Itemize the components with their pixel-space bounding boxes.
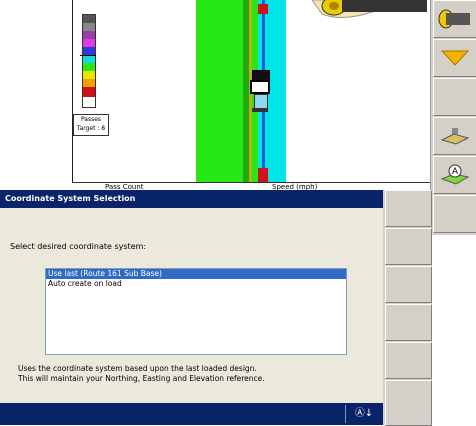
dialog-button-4[interactable] bbox=[385, 304, 432, 341]
target-label: Target : 8 bbox=[76, 125, 106, 132]
dialog-footer bbox=[0, 403, 383, 425]
blank-panel-button-1[interactable] bbox=[433, 78, 476, 116]
down-arrow-icon bbox=[440, 50, 470, 66]
roller-button[interactable] bbox=[433, 0, 476, 38]
description-line-2: This will maintain your Northing, Eastin… bbox=[18, 374, 265, 383]
roller-drum-graphic bbox=[312, 0, 427, 18]
description-line-1: Uses the coordinate system based upon th… bbox=[18, 364, 257, 373]
blank-panel-button-3[interactable] bbox=[433, 195, 476, 233]
dialog-button-5[interactable] bbox=[385, 342, 432, 379]
terrain-icon bbox=[440, 128, 470, 145]
option-use-last[interactable]: Use last (Route 161 Sub Base) bbox=[46, 269, 346, 279]
dialog-button-1[interactable] bbox=[385, 190, 432, 227]
auto-mode-button[interactable]: A bbox=[433, 156, 476, 194]
red-mark-top bbox=[258, 4, 268, 14]
auto-icon: A bbox=[440, 164, 470, 185]
dialog-button-2[interactable] bbox=[385, 228, 432, 265]
passes-label: Passes bbox=[80, 116, 102, 123]
dialog-title: Coordinate System Selection bbox=[0, 190, 383, 208]
pass-count-legend bbox=[82, 14, 96, 108]
dialog-button-6[interactable] bbox=[385, 380, 432, 426]
pass-count-map[interactable] bbox=[72, 0, 383, 182]
right-button-panel: A bbox=[430, 0, 476, 235]
blank-panel-button-2[interactable] bbox=[433, 117, 476, 155]
down-arrow-button[interactable] bbox=[433, 39, 476, 77]
roller-vehicle-icon bbox=[250, 70, 270, 120]
red-mark-bottom bbox=[258, 168, 268, 182]
passes-target-box: Passes Target : 8 bbox=[73, 114, 109, 136]
coordinate-system-list[interactable]: Use last (Route 161 Sub Base) Auto creat… bbox=[45, 268, 347, 355]
option-auto-create[interactable]: Auto create on load bbox=[46, 279, 346, 289]
dialog-button-column bbox=[383, 190, 432, 426]
dialog-prompt: Select desired coordinate system: bbox=[10, 242, 147, 251]
coordinate-system-dialog: Coordinate System Selection Select desir… bbox=[0, 190, 432, 426]
svg-text:A: A bbox=[452, 167, 459, 177]
dialog-button-3[interactable] bbox=[385, 266, 432, 303]
auto-down-icon[interactable]: Ⓐ↓ bbox=[345, 405, 382, 423]
legend-target-line bbox=[80, 55, 96, 56]
roller-icon bbox=[438, 9, 470, 29]
